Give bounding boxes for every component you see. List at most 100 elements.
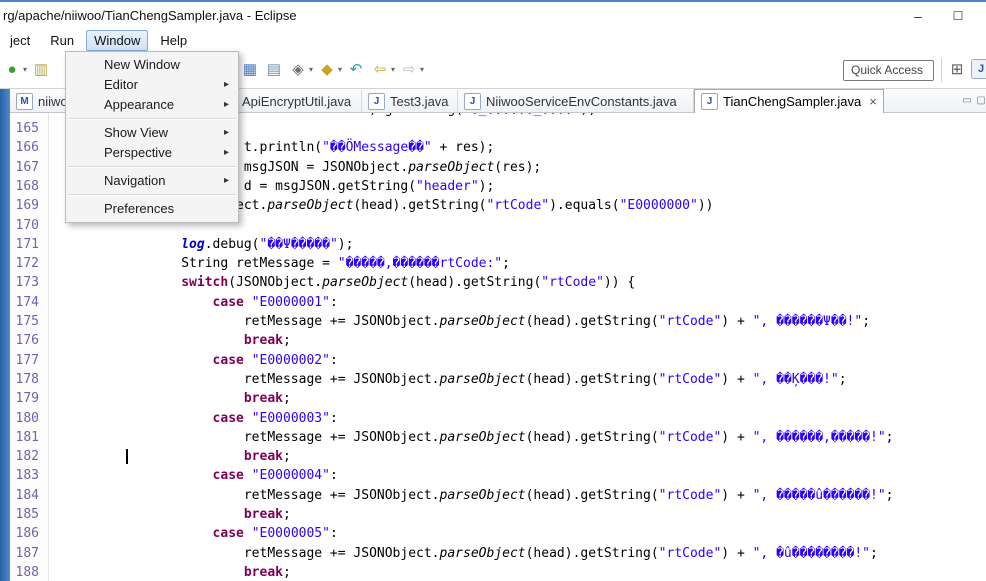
external-tools-icon[interactable]: ◆ xyxy=(317,59,337,79)
new-launch-icon-dropdown-caret[interactable]: ▾ xyxy=(23,65,27,74)
code-line-188[interactable]: break; xyxy=(48,563,986,581)
code-line-173[interactable]: switch(JSONObject.parseObject(head).getS… xyxy=(48,273,986,292)
editor-tab-niiwooserviceenvconstants-java[interactable]: JNiiwooServiceEnvConstants.java xyxy=(458,90,694,112)
console-icon[interactable]: ▦ xyxy=(240,59,260,79)
editor-tab-niiwo[interactable]: Mniiwo xyxy=(10,90,72,112)
code-line-178[interactable]: retMessage += JSONObject.parseObject(hea… xyxy=(48,370,986,389)
run-config-icon-dropdown-caret[interactable]: ▾ xyxy=(309,65,313,74)
external-tools-icon-dropdown-caret[interactable]: ▾ xyxy=(338,65,342,74)
code-token: "�_������_����" xyxy=(463,113,580,117)
maximize-editor-icon[interactable]: ▢ xyxy=(974,93,986,107)
line-number[interactable]: 179 xyxy=(10,389,39,408)
forward-icon[interactable]: ⇨ xyxy=(399,59,419,79)
editor-tab-test3-java[interactable]: JTest3.java xyxy=(362,90,458,112)
code-line-187[interactable]: retMessage += JSONObject.parseObject(hea… xyxy=(48,544,986,563)
submenu-arrow-icon: ▸ xyxy=(224,123,229,143)
tab-close-icon[interactable]: × xyxy=(869,94,877,109)
titlebar: rg/apache/niiwoo/TianChengSampler.java -… xyxy=(0,2,986,29)
line-number[interactable]: 178 xyxy=(10,370,39,389)
code-line-185[interactable]: break; xyxy=(48,505,986,524)
code-token: ); xyxy=(479,179,495,194)
code-line-180[interactable]: case "E0000003": xyxy=(48,409,986,428)
code-token: (head).getString( xyxy=(526,488,659,503)
java-perspective-icon[interactable]: J xyxy=(971,59,986,79)
save-icon[interactable]: ▥ xyxy=(31,59,51,79)
code-line-176[interactable]: break; xyxy=(48,331,986,350)
line-number[interactable]: 175 xyxy=(10,312,39,331)
run-config-icon[interactable]: ◈ xyxy=(288,59,308,79)
window-menu-item-appearance[interactable]: Appearance▸ xyxy=(66,95,238,115)
code-line-177[interactable]: case "E0000002": xyxy=(48,351,986,370)
window-menu-item-preferences[interactable]: Preferences xyxy=(66,199,238,219)
menubar-item-ject[interactable]: ject xyxy=(2,30,38,51)
menubar-item-window[interactable]: Window xyxy=(86,30,148,51)
eclipse-window: rg/apache/niiwoo/TianChengSampler.java -… xyxy=(0,0,986,581)
line-number[interactable]: 183 xyxy=(10,466,39,485)
last-edit-location-icon[interactable]: ↶ xyxy=(346,59,366,79)
code-token xyxy=(56,333,244,348)
code-token xyxy=(56,411,213,426)
java-file-icon: J xyxy=(368,93,385,110)
line-number[interactable]: 188 xyxy=(10,563,39,581)
maximize-button[interactable]: ☐ xyxy=(940,5,976,27)
editor-tab-tianchengsampler-java[interactable]: JTianChengSampler.java× xyxy=(694,89,884,113)
line-number[interactable]: 187 xyxy=(10,544,39,563)
code-token xyxy=(56,449,244,464)
code-line-175[interactable]: retMessage += JSONObject.parseObject(hea… xyxy=(48,312,986,331)
line-number[interactable]: 165 xyxy=(10,119,39,138)
code-line-184[interactable]: retMessage += JSONObject.parseObject(hea… xyxy=(48,486,986,505)
line-number[interactable]: 185 xyxy=(10,505,39,524)
line-number[interactable]: 180 xyxy=(10,409,39,428)
code-token xyxy=(244,468,252,483)
line-number[interactable]: 167 xyxy=(10,158,39,177)
left-edge-strip xyxy=(0,89,10,581)
code-token: "��ÖMessage��" xyxy=(322,140,432,155)
code-line-181[interactable]: retMessage += JSONObject.parseObject(hea… xyxy=(48,428,986,447)
line-number[interactable]: 168 xyxy=(10,177,39,196)
code-line-182[interactable]: break; xyxy=(48,447,986,466)
line-number[interactable]: 186 xyxy=(10,524,39,543)
line-number[interactable]: 171 xyxy=(10,235,39,254)
menubar-item-run[interactable]: Run xyxy=(42,30,82,51)
line-number[interactable]: 166 xyxy=(10,138,39,157)
back-icon[interactable]: ⇦ xyxy=(370,59,390,79)
line-number[interactable]: 182 xyxy=(10,447,39,466)
menubar-item-help[interactable]: Help xyxy=(152,30,195,51)
code-line-179[interactable]: break; xyxy=(48,389,986,408)
forward-icon-dropdown-caret[interactable]: ▾ xyxy=(420,65,424,74)
window-menu-item-editor[interactable]: Editor▸ xyxy=(66,75,238,95)
code-token xyxy=(56,237,181,252)
submenu-arrow-icon: ▸ xyxy=(224,171,229,191)
line-number[interactable]: 172 xyxy=(10,254,39,273)
window-menu-item-perspective[interactable]: Perspective▸ xyxy=(66,143,238,163)
code-line-172[interactable]: String retMessage = "�����,������rtCode:… xyxy=(48,254,986,273)
window-menu-item-show-view[interactable]: Show View▸ xyxy=(66,123,238,143)
code-line-174[interactable]: case "E0000001": xyxy=(48,293,986,312)
line-number[interactable]: 176 xyxy=(10,331,39,350)
line-number[interactable]: 174 xyxy=(10,293,39,312)
code-line-183[interactable]: case "E0000004": xyxy=(48,466,986,485)
code-token: retMessage += JSONObject. xyxy=(56,314,440,329)
code-token: "rtCode" xyxy=(541,275,604,290)
window-menu-item-navigation[interactable]: Navigation▸ xyxy=(66,171,238,191)
window-menu-item-new-window[interactable]: New Window xyxy=(66,55,238,75)
line-number[interactable]: 184 xyxy=(10,486,39,505)
menu-item-label: Editor xyxy=(104,77,138,92)
open-perspective-icon[interactable]: ⊞ xyxy=(947,59,967,79)
line-number[interactable]: 170 xyxy=(10,216,39,235)
line-number[interactable]: 181 xyxy=(10,428,39,447)
tasks-icon[interactable]: ▤ xyxy=(264,59,284,79)
tab-label: ApiEncryptUtil.java xyxy=(242,94,351,109)
code-token: break xyxy=(244,333,283,348)
new-launch-icon[interactable]: ● xyxy=(2,59,22,79)
code-line-186[interactable]: case "E0000005": xyxy=(48,524,986,543)
minimize-button[interactable]: – xyxy=(900,5,936,27)
line-number[interactable]: 177 xyxy=(10,351,39,370)
menu-item-label: New Window xyxy=(104,57,180,72)
line-number[interactable]: 169 xyxy=(10,196,39,215)
code-line-171[interactable]: log.debug("��Ψ�����"); xyxy=(48,235,986,254)
minimize-editor-icon[interactable]: ▭ xyxy=(960,93,974,107)
back-icon-dropdown-caret[interactable]: ▾ xyxy=(391,65,395,74)
quick-access-box[interactable]: Quick Access xyxy=(843,60,934,81)
line-number[interactable]: 173 xyxy=(10,273,39,292)
